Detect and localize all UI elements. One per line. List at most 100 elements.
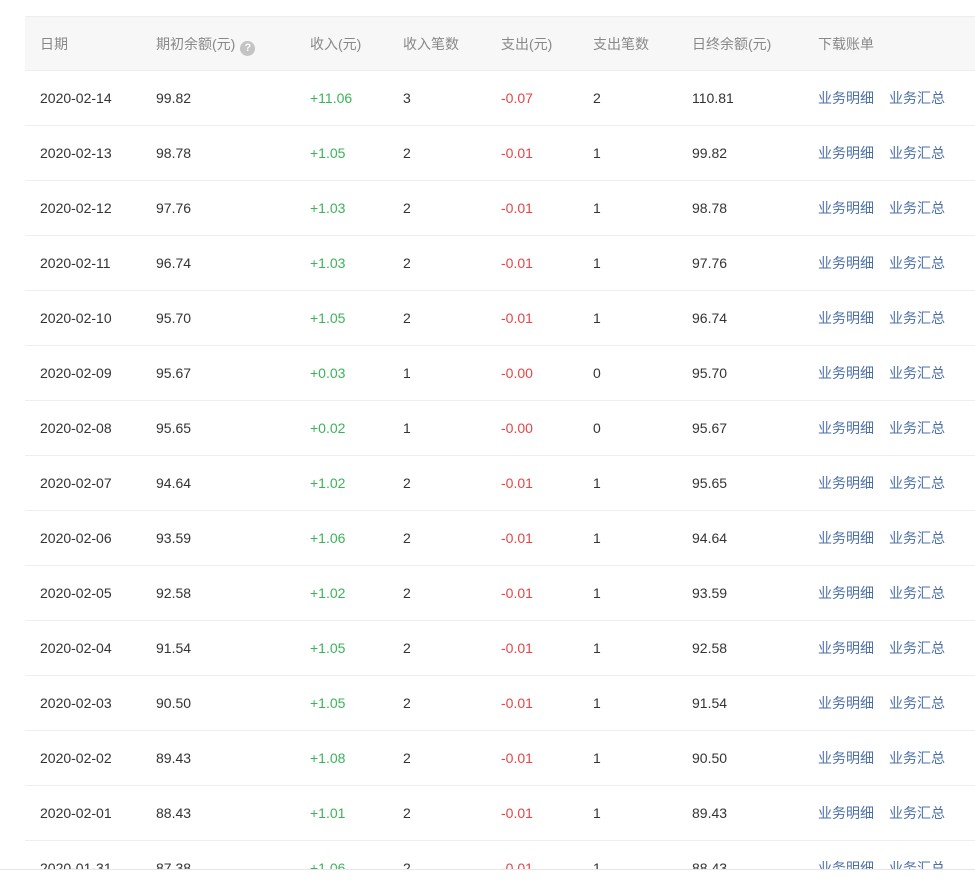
cell-opening-balance: 97.76 xyxy=(156,200,192,216)
cell-opening-balance: 94.64 xyxy=(156,475,192,491)
cell-opening-balance: 95.65 xyxy=(156,420,192,436)
detail-link[interactable]: 业务明细 xyxy=(818,676,874,731)
cell-expense-count: 1 xyxy=(593,860,601,869)
cell-opening-balance: 90.50 xyxy=(156,695,192,711)
summary-link[interactable]: 业务汇总 xyxy=(889,71,945,126)
summary-link[interactable]: 业务汇总 xyxy=(889,236,945,291)
cell-date: 2020-02-02 xyxy=(40,750,112,766)
summary-link[interactable]: 业务汇总 xyxy=(889,126,945,181)
cell-income: +1.05 xyxy=(310,145,346,161)
summary-link[interactable]: 业务汇总 xyxy=(889,181,945,236)
cell-income: +11.06 xyxy=(310,90,353,106)
cell-closing-balance: 89.43 xyxy=(692,805,728,821)
detail-link[interactable]: 业务明细 xyxy=(818,181,874,236)
cell-expense-count: 2 xyxy=(593,90,601,106)
summary-link[interactable]: 业务汇总 xyxy=(889,786,945,841)
detail-link[interactable]: 业务明细 xyxy=(818,731,874,786)
cell-expense: -0.01 xyxy=(501,805,533,821)
cell-income: +1.05 xyxy=(310,640,346,656)
cell-expense: -0.01 xyxy=(501,255,533,271)
cell-income-count: 2 xyxy=(403,805,411,821)
summary-link[interactable]: 业务汇总 xyxy=(889,621,945,676)
detail-link[interactable]: 业务明细 xyxy=(818,236,874,291)
header-expense: 支出(元) xyxy=(501,36,553,52)
cell-income: +1.08 xyxy=(310,750,346,766)
cell-closing-balance: 88.43 xyxy=(692,860,728,869)
cell-opening-balance: 99.82 xyxy=(156,90,192,106)
cell-income-count: 2 xyxy=(403,255,411,271)
cell-income-count: 2 xyxy=(403,585,411,601)
table-row: 2020-02-13 98.78 +1.05 2 -0.01 1 99.82 业务明细 业务汇总 xyxy=(25,126,975,181)
summary-link[interactable]: 业务汇总 xyxy=(889,731,945,786)
help-icon[interactable]: ? xyxy=(240,41,256,56)
detail-link[interactable]: 业务明细 xyxy=(818,71,874,126)
cell-date: 2020-02-12 xyxy=(40,200,112,216)
table-row: 2020-02-09 95.67 +0.03 1 -0.00 0 95.70 业务明细 业务汇总 xyxy=(25,346,975,401)
cell-date: 2020-02-07 xyxy=(40,475,112,491)
cell-opening-balance: 89.43 xyxy=(156,750,192,766)
detail-link[interactable]: 业务明细 xyxy=(818,621,874,676)
table-row: 2020-02-02 89.43 +1.08 2 -0.01 1 90.50 业务明细 业务汇总 xyxy=(25,731,975,786)
cell-closing-balance: 98.78 xyxy=(692,200,728,216)
detail-link[interactable]: 业务明细 xyxy=(818,456,874,511)
cell-date: 2020-01-31 xyxy=(40,860,112,869)
cell-date: 2020-02-06 xyxy=(40,530,112,546)
table-header: 日期 期初余额(元)? 收入(元) 收入笔数 支出(元) 支出笔数 日终余额(元… xyxy=(25,16,975,71)
table-row: 2020-02-05 92.58 +1.02 2 -0.01 1 93.59 业务明细 业务汇总 xyxy=(25,566,975,621)
summary-link[interactable]: 业务汇总 xyxy=(889,401,945,456)
summary-link[interactable]: 业务汇总 xyxy=(889,511,945,566)
detail-link[interactable]: 业务明细 xyxy=(818,401,874,456)
cell-income: +1.05 xyxy=(310,310,346,326)
table-body: 2020-02-14 99.82 +11.06 3 -0.07 2 110.81 业务明细 业务… xyxy=(25,71,975,869)
cell-income-count: 2 xyxy=(403,640,411,656)
cell-expense: -0.01 xyxy=(501,310,533,326)
cell-date: 2020-02-08 xyxy=(40,420,112,436)
summary-link[interactable]: 业务汇总 xyxy=(889,566,945,621)
cell-date: 2020-02-09 xyxy=(40,365,112,381)
cell-expense: -0.01 xyxy=(501,475,533,491)
header-expense-count: 支出笔数 xyxy=(593,36,649,52)
cell-closing-balance: 90.50 xyxy=(692,750,728,766)
summary-link[interactable]: 业务汇总 xyxy=(889,346,945,401)
cell-income: +1.01 xyxy=(310,805,346,821)
detail-link[interactable]: 业务明细 xyxy=(818,841,874,869)
balance-table: 日期 期初余额(元)? 收入(元) 收入笔数 支出(元) 支出笔数 日终余额(元… xyxy=(25,16,975,869)
cell-opening-balance: 93.59 xyxy=(156,530,192,546)
cell-expense: -0.01 xyxy=(501,750,533,766)
table-row: 2020-02-03 90.50 +1.05 2 -0.01 1 91.54 业务明细 业务汇总 xyxy=(25,676,975,731)
cell-closing-balance: 94.64 xyxy=(692,530,728,546)
detail-link[interactable]: 业务明细 xyxy=(818,291,874,346)
cell-expense-count: 1 xyxy=(593,695,601,711)
cell-income: +1.02 xyxy=(310,475,346,491)
cell-income-count: 3 xyxy=(403,90,411,106)
cell-income-count: 2 xyxy=(403,310,411,326)
detail-link[interactable]: 业务明细 xyxy=(818,511,874,566)
detail-link[interactable]: 业务明细 xyxy=(818,126,874,181)
cell-date: 2020-02-04 xyxy=(40,640,112,656)
detail-link[interactable]: 业务明细 xyxy=(818,566,874,621)
header-opening-balance: 期初余额(元)? xyxy=(156,17,256,72)
cell-income-count: 2 xyxy=(403,750,411,766)
cell-closing-balance: 96.74 xyxy=(692,310,728,326)
cell-expense: -0.00 xyxy=(501,365,533,381)
summary-link[interactable]: 业务汇总 xyxy=(889,676,945,731)
cell-closing-balance: 99.82 xyxy=(692,145,728,161)
table-row: 2020-02-06 93.59 +1.06 2 -0.01 1 94.64 业务明细 业务汇总 xyxy=(25,511,975,566)
cell-income: +0.02 xyxy=(310,420,346,436)
cell-date: 2020-02-11 xyxy=(40,255,111,271)
cell-expense: -0.01 xyxy=(501,530,533,546)
detail-link[interactable]: 业务明细 xyxy=(818,346,874,401)
summary-link[interactable]: 业务汇总 xyxy=(889,456,945,511)
cell-expense-count: 1 xyxy=(593,530,601,546)
cell-date: 2020-02-01 xyxy=(40,805,112,821)
summary-link[interactable]: 业务汇总 xyxy=(889,291,945,346)
cell-income: +0.03 xyxy=(310,365,346,381)
cell-income: +1.03 xyxy=(310,200,346,216)
cell-expense-count: 1 xyxy=(593,310,601,326)
table-row: 2020-02-08 95.65 +0.02 1 -0.00 0 95.67 业务明细 业务汇总 xyxy=(25,401,975,456)
detail-link[interactable]: 业务明细 xyxy=(818,786,874,841)
cell-income: +1.06 xyxy=(310,860,346,869)
summary-link[interactable]: 业务汇总 xyxy=(889,841,945,869)
cell-income-count: 2 xyxy=(403,475,411,491)
page: 日期 期初余额(元)? 收入(元) 收入笔数 支出(元) 支出笔数 日终余额(元… xyxy=(0,0,975,884)
